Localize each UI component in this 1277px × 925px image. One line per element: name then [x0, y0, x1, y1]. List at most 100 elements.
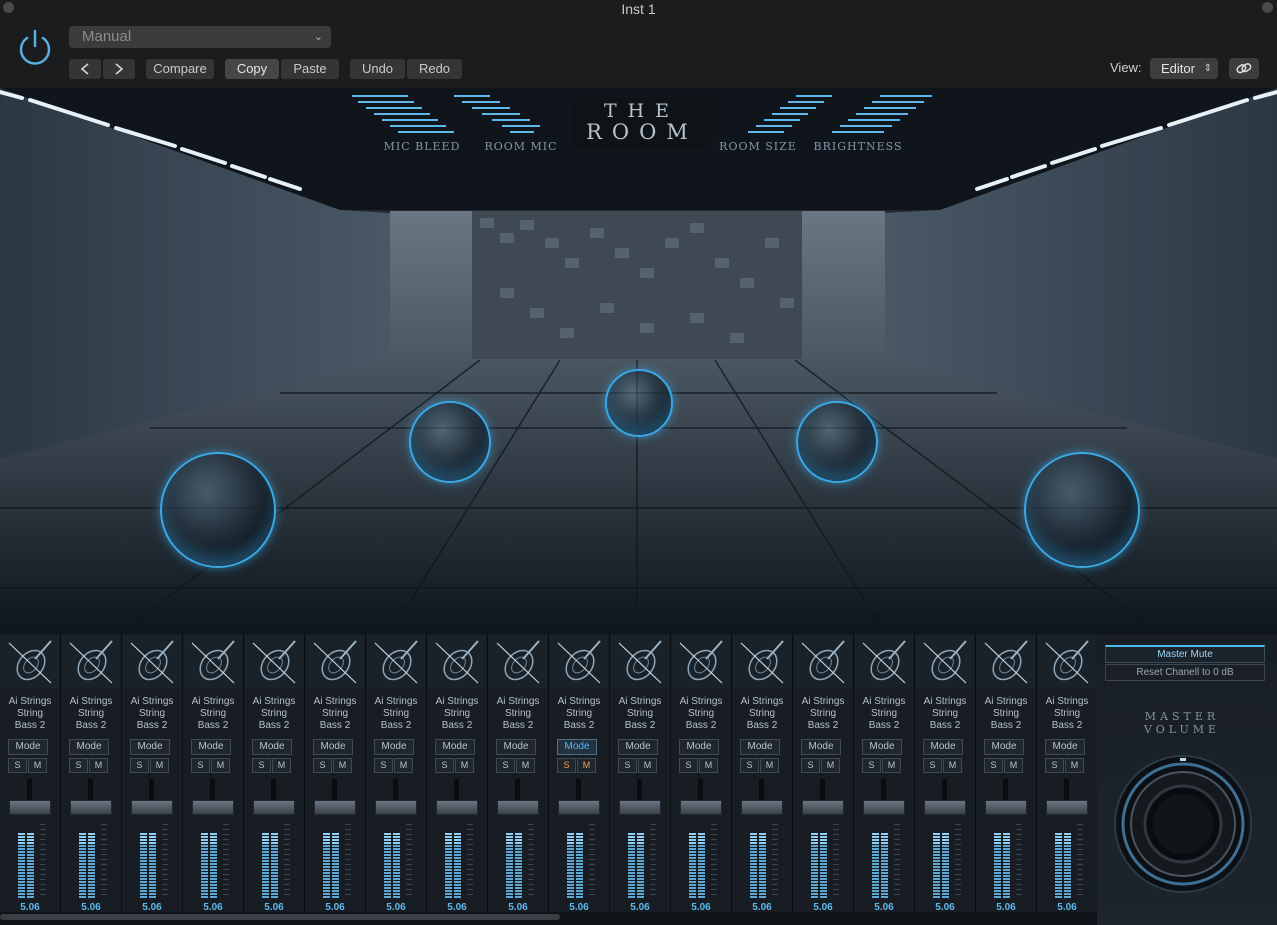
fader-handle[interactable] [70, 800, 112, 815]
mute-button[interactable]: M [455, 758, 474, 773]
violin-icon[interactable] [977, 635, 1035, 688]
fader-handle[interactable] [558, 800, 600, 815]
solo-button[interactable]: S [435, 758, 454, 773]
mode-button[interactable]: Mode [801, 739, 841, 755]
violin-icon[interactable] [672, 635, 730, 688]
violin-icon[interactable] [62, 635, 120, 688]
fader-handle[interactable] [375, 800, 417, 815]
mute-button[interactable]: M [577, 758, 596, 773]
horizontal-scrollbar[interactable] [0, 914, 560, 920]
mode-button[interactable]: Mode [679, 739, 719, 755]
solo-button[interactable]: S [923, 758, 942, 773]
fader-handle[interactable] [131, 800, 173, 815]
mute-button[interactable]: M [821, 758, 840, 773]
mute-button[interactable]: M [699, 758, 718, 773]
solo-button[interactable]: S [618, 758, 637, 773]
mode-button[interactable]: Mode [191, 739, 231, 755]
reset-channel-button[interactable]: Reset Chanell to 0 dB [1105, 664, 1265, 681]
solo-button[interactable]: S [1045, 758, 1064, 773]
mode-button[interactable]: Mode [252, 739, 292, 755]
mute-button[interactable]: M [28, 758, 47, 773]
mode-button[interactable]: Mode [313, 739, 353, 755]
mute-button[interactable]: M [1004, 758, 1023, 773]
fader-handle[interactable] [1046, 800, 1088, 815]
violin-icon[interactable] [733, 635, 791, 688]
fader-handle[interactable] [253, 800, 295, 815]
solo-button[interactable]: S [679, 758, 698, 773]
fader-handle[interactable] [436, 800, 478, 815]
mute-button[interactable]: M [394, 758, 413, 773]
solo-button[interactable]: S [69, 758, 88, 773]
mode-button[interactable]: Mode [984, 739, 1024, 755]
mute-button[interactable]: M [272, 758, 291, 773]
solo-button[interactable]: S [313, 758, 332, 773]
solo-button[interactable]: S [252, 758, 271, 773]
mode-button[interactable]: Mode [496, 739, 536, 755]
paste-button[interactable]: Paste [281, 59, 339, 79]
mute-button[interactable]: M [333, 758, 352, 773]
fader-handle[interactable] [9, 800, 51, 815]
mute-button[interactable]: M [211, 758, 230, 773]
mode-button[interactable]: Mode [862, 739, 902, 755]
master-mute-button[interactable]: Master Mute [1105, 645, 1265, 663]
violin-icon[interactable] [184, 635, 242, 688]
sphere-left[interactable] [409, 401, 491, 483]
fader-handle[interactable] [314, 800, 356, 815]
sphere-far-left[interactable] [160, 452, 276, 568]
solo-button[interactable]: S [801, 758, 820, 773]
mute-button[interactable]: M [760, 758, 779, 773]
fader-handle[interactable] [741, 800, 783, 815]
mute-button[interactable]: M [89, 758, 108, 773]
undo-button[interactable]: Undo [350, 59, 405, 79]
mute-button[interactable]: M [638, 758, 657, 773]
mode-button[interactable]: Mode [8, 739, 48, 755]
next-preset-button[interactable] [103, 59, 135, 79]
solo-button[interactable]: S [557, 758, 576, 773]
fader-handle[interactable] [863, 800, 905, 815]
violin-icon[interactable] [550, 635, 608, 688]
violin-icon[interactable] [611, 635, 669, 688]
violin-icon[interactable] [1038, 635, 1096, 688]
fader-handle[interactable] [924, 800, 966, 815]
solo-button[interactable]: S [130, 758, 149, 773]
mic-bleed-control[interactable] [348, 94, 458, 136]
mute-button[interactable]: M [516, 758, 535, 773]
solo-button[interactable]: S [496, 758, 515, 773]
view-dropdown[interactable]: Editor ⇕ [1150, 58, 1218, 79]
fader-handle[interactable] [192, 800, 234, 815]
violin-icon[interactable] [123, 635, 181, 688]
mode-button[interactable]: Mode [1045, 739, 1085, 755]
fader-handle[interactable] [802, 800, 844, 815]
solo-button[interactable]: S [8, 758, 27, 773]
solo-button[interactable]: S [191, 758, 210, 773]
power-icon[interactable] [16, 28, 54, 66]
redo-button[interactable]: Redo [407, 59, 462, 79]
fader-handle[interactable] [985, 800, 1027, 815]
violin-icon[interactable] [916, 635, 974, 688]
sphere-far-right[interactable] [1024, 452, 1140, 568]
room-mic-control[interactable] [450, 94, 560, 136]
fader-handle[interactable] [680, 800, 722, 815]
violin-icon[interactable] [428, 635, 486, 688]
fader-handle[interactable] [497, 800, 539, 815]
mode-button[interactable]: Mode [618, 739, 658, 755]
mode-button[interactable]: Mode [130, 739, 170, 755]
solo-button[interactable]: S [740, 758, 759, 773]
preset-dropdown[interactable]: Manual ⌄ [69, 26, 331, 48]
violin-icon[interactable] [245, 635, 303, 688]
compare-button[interactable]: Compare [146, 59, 214, 79]
violin-icon[interactable] [1, 635, 59, 688]
solo-button[interactable]: S [862, 758, 881, 773]
fader-handle[interactable] [619, 800, 661, 815]
mute-button[interactable]: M [882, 758, 901, 773]
violin-icon[interactable] [794, 635, 852, 688]
mode-button[interactable]: Mode [557, 739, 597, 755]
sphere-center[interactable] [605, 369, 673, 437]
solo-button[interactable]: S [984, 758, 1003, 773]
mute-button[interactable]: M [1065, 758, 1084, 773]
master-volume-knob[interactable] [1113, 754, 1253, 894]
mute-button[interactable]: M [943, 758, 962, 773]
violin-icon[interactable] [306, 635, 364, 688]
mute-button[interactable]: M [150, 758, 169, 773]
mode-button[interactable]: Mode [374, 739, 414, 755]
